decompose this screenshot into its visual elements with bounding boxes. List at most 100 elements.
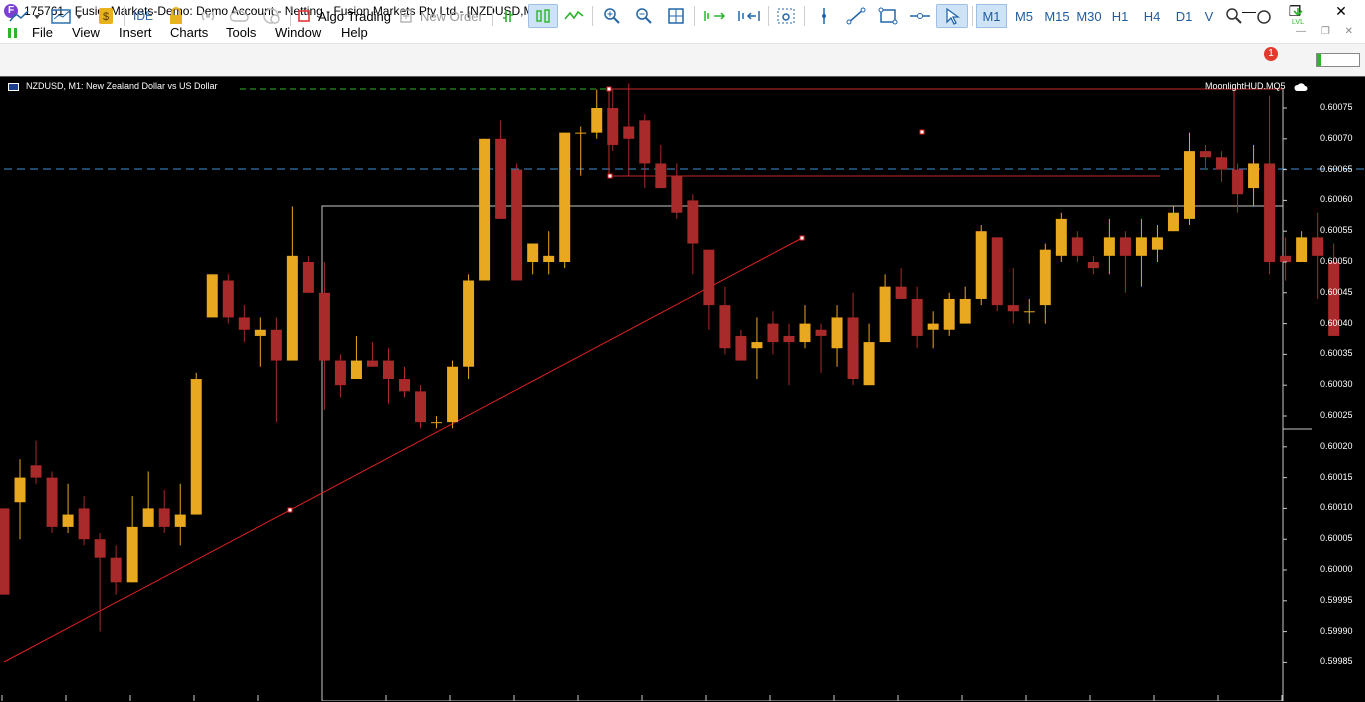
candle: [431, 416, 443, 429]
trendline-handle[interactable]: [799, 235, 805, 241]
price-label: 0.60040: [1320, 317, 1353, 328]
price-label: 0.60025: [1320, 410, 1353, 420]
candle: [1087, 255, 1099, 275]
trendline-handle[interactable]: [287, 507, 293, 513]
indicator-name: MoonlightHUD.MQ5: [1205, 81, 1286, 91]
candle-body: [206, 274, 218, 318]
candle: [863, 323, 875, 386]
candle: [1248, 144, 1260, 207]
price-label: 0.60000: [1320, 564, 1353, 574]
candle: [1023, 298, 1035, 324]
candle-body: [174, 514, 186, 527]
candle-body: [975, 231, 987, 299]
candle: [1135, 218, 1147, 287]
candle: [847, 292, 859, 386]
candle: [1039, 243, 1051, 324]
candle-body: [190, 379, 202, 515]
candle-body: [30, 465, 42, 478]
candle-body: [1039, 249, 1051, 306]
trendline-object[interactable]: [3, 237, 803, 663]
candle-body: [799, 323, 811, 343]
candle-body: [463, 280, 475, 367]
candle: [238, 305, 250, 343]
candle: [1071, 231, 1083, 262]
candle-body: [158, 508, 170, 527]
candle-body: [334, 360, 346, 386]
candle: [511, 163, 523, 281]
candle: [559, 132, 571, 269]
candle: [1151, 225, 1163, 262]
candle: [799, 305, 811, 349]
level-handle[interactable]: [606, 86, 612, 92]
candle: [30, 440, 42, 484]
candle-body: [1200, 151, 1211, 158]
candle: [366, 342, 378, 367]
candles-group: [0, 83, 1340, 632]
chart-canvas[interactable]: [0, 0, 1365, 701]
candle: [158, 489, 170, 534]
candle: [399, 366, 410, 398]
candle-body: [62, 514, 74, 527]
candle: [447, 360, 459, 429]
candle-body: [783, 335, 795, 343]
candle-body: [639, 120, 651, 164]
candle-body: [1007, 305, 1019, 312]
candle: [1264, 95, 1276, 275]
candle: [206, 274, 218, 318]
price-label: 0.60070: [1320, 132, 1353, 143]
candle-body: [447, 366, 459, 423]
candle-body: [1264, 163, 1276, 262]
candle-body: [238, 317, 250, 330]
candle: [1183, 132, 1195, 226]
candle-body: [399, 379, 410, 392]
price-label: 0.60015: [1320, 471, 1353, 482]
chart-title: NZDUSD, M1: New Zealand Dollar vs US Dol…: [26, 81, 218, 91]
candle: [174, 483, 186, 546]
candle-body: [1151, 237, 1163, 250]
candle-body: [479, 138, 491, 281]
candle-body: [1087, 262, 1099, 269]
price-label: 0.59990: [1320, 625, 1353, 636]
candle: [222, 274, 234, 324]
candle: [1216, 151, 1228, 182]
candle-body: [511, 169, 523, 281]
candle: [911, 286, 923, 349]
candle-body: [366, 360, 378, 367]
candle-body: [991, 237, 1003, 306]
price-label: 0.60045: [1320, 286, 1353, 297]
candle: [62, 483, 74, 534]
candle: [879, 274, 891, 343]
candle-body: [959, 298, 971, 324]
candle: [1232, 163, 1244, 213]
candle: [687, 194, 699, 275]
candle-body: [78, 508, 90, 540]
candle: [815, 323, 827, 373]
rectangle-object[interactable]: [321, 205, 1284, 701]
candle-body: [1055, 218, 1067, 256]
candle-body: [1232, 169, 1244, 195]
candle-body: [671, 175, 683, 213]
price-label: 0.60035: [1320, 348, 1353, 359]
candle-body: [0, 508, 10, 595]
candle-body: [415, 391, 427, 423]
candle-body: [94, 539, 106, 558]
candle: [382, 348, 394, 404]
candle: [735, 329, 747, 361]
candle-body: [815, 329, 827, 336]
candle: [719, 286, 731, 355]
candle: [767, 311, 779, 355]
candle-body: [559, 132, 571, 262]
candle-body: [1216, 157, 1228, 170]
candle: [78, 496, 90, 546]
candle-body: [751, 342, 763, 349]
price-label: 0.60020: [1320, 440, 1353, 451]
candle-body: [735, 335, 747, 361]
candle: [46, 471, 58, 534]
candle-body: [382, 360, 394, 380]
marker-handle[interactable]: [919, 129, 925, 135]
candle-body: [1071, 237, 1083, 256]
candle: [943, 292, 955, 336]
candle-body: [623, 126, 635, 139]
candle: [623, 83, 635, 176]
level-handle[interactable]: [607, 173, 613, 179]
